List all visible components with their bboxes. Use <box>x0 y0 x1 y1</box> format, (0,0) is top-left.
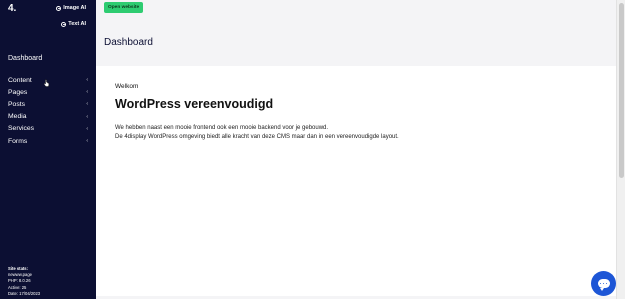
sidebar-item-forms[interactable]: Forms ‹ <box>8 135 88 147</box>
page-title: Dashboard <box>104 37 153 48</box>
intro-line-1: We hebben naast een mooie frontend ook e… <box>115 125 329 131</box>
sidebar-item-label: Media <box>8 113 27 121</box>
chevron-left-icon: ‹ <box>86 138 88 145</box>
site-stats: Site stats: newww.page PHP: 8.0.26 Activ… <box>8 266 40 297</box>
site-stats-date: Date: 17/04/2023 <box>8 290 41 296</box>
chat-button[interactable] <box>591 271 616 296</box>
image-ai-icon <box>56 5 62 11</box>
vertical-scrollbar[interactable] <box>616 0 625 299</box>
sidebar-item-posts[interactable]: Posts ‹ <box>8 98 88 110</box>
chevron-left-icon: ‹ <box>86 101 88 108</box>
intro-text: We hebben naast een mooie frontend ook e… <box>115 124 595 142</box>
text-ai-link[interactable]: Text AI <box>61 21 86 27</box>
sidebar-item-label: Services <box>8 125 35 133</box>
sidebar-item-label: Pages <box>8 88 28 96</box>
chat-bubble-icon <box>597 279 610 291</box>
mouse-cursor-icon <box>43 79 50 87</box>
logo[interactable]: 4. <box>8 3 16 14</box>
welcome-label: Welkom <box>115 83 139 90</box>
chevron-left-icon: ‹ <box>86 77 88 84</box>
image-ai-link[interactable]: Image AI <box>56 5 86 11</box>
chevron-left-icon: ‹ <box>86 89 88 96</box>
image-ai-label: Image AI <box>63 5 86 11</box>
sidebar-item-pages[interactable]: Pages ‹ <box>8 86 88 98</box>
topbar <box>96 0 625 16</box>
sidebar: 4. Image AI Text AI Dashboard Content ‹ … <box>0 0 96 299</box>
sidebar-item-label: Posts <box>8 100 25 108</box>
chevron-left-icon: ‹ <box>86 113 88 120</box>
text-ai-label: Text AI <box>68 21 86 27</box>
text-ai-icon <box>61 21 67 27</box>
sidebar-item-dashboard[interactable]: Dashboard <box>8 55 42 62</box>
sidebar-item-label: Forms <box>8 137 28 145</box>
scrollbar-thumb[interactable] <box>619 3 624 178</box>
chevron-left-icon: ‹ <box>86 125 88 132</box>
sidebar-item-services[interactable]: Services ‹ <box>8 123 88 135</box>
intro-line-2: De 4display WordPress omgeving biedt all… <box>115 134 399 140</box>
sidebar-item-media[interactable]: Media ‹ <box>8 111 88 123</box>
open-website-button[interactable]: Open website <box>104 2 144 13</box>
sidebar-item-label: Content <box>8 76 32 84</box>
headline: WordPress vereenvoudigd <box>115 97 274 111</box>
